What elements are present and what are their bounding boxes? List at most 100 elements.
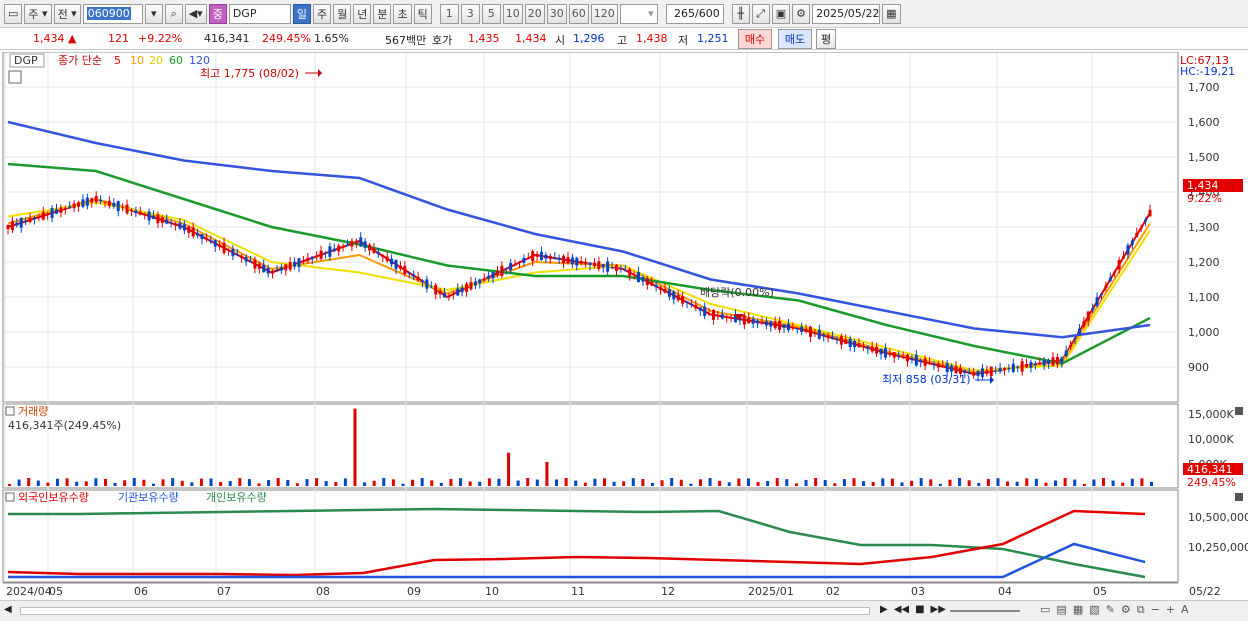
volume-panel-icon[interactable]: [5, 406, 15, 416]
minus-icon[interactable]: −: [1151, 603, 1160, 617]
volume-bar: [535, 479, 539, 486]
fast-forward-icon[interactable]: ▶▶: [931, 604, 946, 615]
view-tools[interactable]: ▭ ▤ ▦ ▧ ✎ ⚙ ⧉ − + A: [1040, 603, 1189, 617]
volume-bar: [814, 478, 818, 486]
candle-body: [1095, 297, 1099, 306]
volume-bar: [161, 479, 165, 486]
volume-close-icon[interactable]: [1235, 407, 1243, 415]
volume-bar: [919, 478, 923, 486]
scroll-left-icon[interactable]: ◀: [4, 604, 12, 615]
volume-bar: [766, 481, 770, 486]
date-input[interactable]: 2025/05/22: [812, 3, 881, 24]
candle-body: [557, 257, 561, 260]
volume-bar: [967, 480, 971, 486]
period-year[interactable]: 년: [353, 3, 372, 24]
tick-10[interactable]: 10: [502, 3, 523, 24]
candle-icon[interactable]: ╫: [731, 3, 750, 24]
tick-1[interactable]: 1: [439, 3, 459, 24]
tool-icon[interactable]: ✎: [1106, 603, 1115, 617]
tick-60[interactable]: 60: [568, 3, 589, 24]
volume-bar: [1044, 482, 1048, 486]
type-select[interactable]: 주 ▾: [24, 3, 52, 24]
rewind-icon[interactable]: ◀◀: [894, 604, 909, 615]
volume-bar: [708, 478, 712, 486]
period-week[interactable]: 주: [312, 3, 332, 24]
tile-icon[interactable]: ▧: [1089, 603, 1099, 617]
volume-bar: [1073, 479, 1077, 486]
candle-body: [491, 272, 495, 279]
tick-30[interactable]: 30: [546, 3, 567, 24]
volume-bar: [1121, 482, 1125, 486]
period-month[interactable]: 월: [333, 3, 352, 24]
stock-name-field[interactable]: DGP: [228, 3, 291, 24]
price-chart-svg[interactable]: 1,7001,6001,5001,4001,3001,2001,1001,000…: [0, 51, 1248, 600]
search-icon[interactable]: ⌕: [164, 3, 183, 24]
candle-body: [354, 240, 358, 244]
prev-button[interactable]: 전 ▾: [53, 3, 81, 24]
period-second[interactable]: 초: [393, 3, 412, 24]
tick-20[interactable]: 20: [524, 3, 545, 24]
candle-body: [579, 261, 583, 264]
period-day[interactable]: 일: [292, 3, 311, 24]
volume-bar: [1025, 478, 1029, 486]
buy-button[interactable]: 매수: [738, 29, 772, 49]
candle-body: [791, 327, 795, 329]
volume-bar: [670, 478, 674, 486]
quote-amount: 567백만: [385, 34, 427, 47]
settings-icon[interactable]: ⚙: [1121, 603, 1131, 617]
sell-button[interactable]: 매도: [778, 29, 812, 49]
candle-body: [1016, 366, 1020, 368]
playback-controls[interactable]: ▶ ◀◀ ■ ▶▶: [880, 604, 946, 615]
period-minute[interactable]: 분: [373, 3, 392, 24]
candle-body: [125, 204, 129, 214]
window-icon[interactable]: ▭: [4, 3, 23, 24]
save-icon[interactable]: ▣: [771, 3, 791, 24]
zoom-slider[interactable]: [950, 610, 1020, 612]
grid-toggle-icon[interactable]: [8, 70, 22, 84]
candle-body: [460, 287, 464, 293]
candle-body: [923, 358, 927, 366]
candle-body: [1042, 360, 1046, 366]
grid-icon[interactable]: ▦: [1073, 603, 1083, 617]
tick-3[interactable]: 3: [460, 3, 480, 24]
candle-body: [85, 197, 89, 206]
holdings-panel-icon[interactable]: [5, 492, 15, 502]
calendar-icon[interactable]: ▦: [882, 3, 901, 24]
quote-ask: 1,435: [468, 32, 500, 45]
candle-body: [592, 262, 596, 267]
tick-5[interactable]: 5: [481, 3, 501, 24]
split-icon[interactable]: ▤: [1056, 603, 1066, 617]
custom-period-input[interactable]: ▾: [619, 3, 658, 24]
plus-icon[interactable]: +: [1166, 603, 1175, 617]
horizontal-scrollbar[interactable]: [20, 607, 870, 615]
candle-body: [637, 272, 641, 283]
gear-icon[interactable]: ⚙: [792, 3, 811, 24]
volume-bar: [516, 480, 520, 486]
layout-icon[interactable]: ▭: [1040, 603, 1050, 617]
chart-area[interactable]: 1,700 1,600 1,500 1,400 1,300 1,200 1,100 1,000…: [0, 51, 1248, 600]
tick-120[interactable]: 120: [590, 3, 618, 24]
high-annotation: 최고 1,775 (08/02): [200, 67, 299, 80]
draw-icon[interactable]: ⤢: [751, 3, 770, 24]
candle-body: [663, 289, 667, 293]
candle-body: [681, 296, 685, 304]
candle-body: [310, 256, 314, 260]
stock-code-input[interactable]: 060900: [82, 3, 143, 24]
speaker-icon[interactable]: ◀▾: [184, 3, 207, 24]
candle-body: [99, 199, 103, 202]
code-dropdown-icon[interactable]: ▾: [144, 3, 163, 24]
volume-bar: [948, 479, 952, 486]
count-input[interactable]: 265/600: [665, 3, 724, 24]
play-icon[interactable]: ▶: [880, 604, 888, 615]
candle-body: [1033, 363, 1037, 365]
eval-button[interactable]: 평: [816, 29, 836, 49]
font-icon[interactable]: A: [1181, 603, 1189, 617]
candle-body: [698, 307, 702, 311]
holdings-close-icon[interactable]: [1235, 493, 1243, 501]
stop-icon[interactable]: ■: [915, 604, 924, 615]
volume-bar: [27, 478, 31, 486]
name-badge[interactable]: 중: [208, 3, 227, 24]
period-tick[interactable]: 틱: [413, 3, 432, 24]
copy-icon[interactable]: ⧉: [1137, 603, 1145, 617]
candle-body: [570, 257, 574, 265]
